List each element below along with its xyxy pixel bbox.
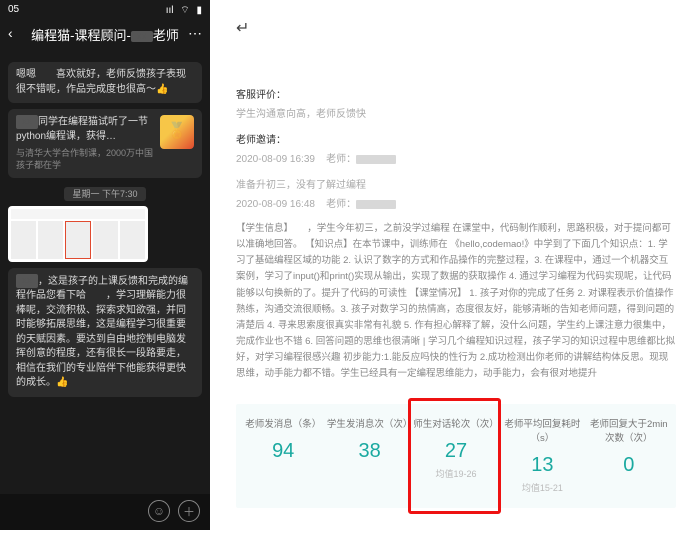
invite-label: 老师邀请： [236, 135, 286, 146]
stat-sub: 均值19-26 [413, 467, 499, 480]
battery-icon: ▮ [196, 5, 202, 16]
status-time: 05 [8, 4, 19, 17]
wechat-chat-screenshot: 05 ııl ⌔ ▮ ‹ 编程猫-课程顾问-xx老师 ⋯ 嗯嗯 喜欢就好，老师反… [0, 0, 210, 530]
teacher-label: 老师： [326, 154, 356, 165]
stat-value: 94 [240, 440, 326, 463]
note-time: 2020-08-09 16:48 [236, 199, 315, 210]
teacher-label: 老师： [326, 199, 356, 210]
stat-head: 师生对话轮次（次） [413, 416, 499, 430]
chat-bubble[interactable]: 嗯嗯 喜欢就好，老师反馈孩子表现很不错呢，作品完成度也很高～👍 [8, 62, 202, 103]
chat-input-bar: ☺ ＋ [0, 494, 210, 530]
stat-cell: 老师发消息（条） 94 [240, 416, 326, 494]
timestamp-text: 星期一 下午7:30 [64, 187, 145, 201]
medal-icon: 🏅 [160, 115, 194, 149]
return-icon: ↵ [236, 18, 676, 38]
bubble-text: ，这是孩子的上课反馈和完成的编程作品您看下哈 ，学习理解能力很棒呢，交流积极、探… [16, 276, 188, 389]
redacted-name: xx [16, 115, 38, 129]
redacted-name [356, 155, 396, 164]
stat-head: 老师发消息（条） [240, 416, 326, 430]
stat-value: 0 [586, 454, 672, 477]
review-text: 学生沟通意向高，老师反馈快 [236, 107, 676, 123]
smile-icon: ☺ [153, 504, 165, 518]
chat-header: ‹ 编程猫-课程顾问-xx老师 ⋯ [0, 19, 210, 52]
stat-head: 老师平均回复耗时（s） [499, 416, 585, 444]
stat-head: 学生发消息次（次） [326, 416, 412, 430]
stats-table: 老师发消息（条） 94 学生发消息次（次） 38 师生对话轮次（次） 27 均值… [236, 404, 676, 508]
stat-value: 27 [413, 440, 499, 463]
teacher-invite-section: 老师邀请： 2020-08-09 16:39 老师： [236, 133, 676, 168]
stat-value: 38 [326, 440, 412, 463]
card-subtitle: 与清华大学合作制课，2000万中国孩子都在学 [16, 147, 154, 172]
phone-status-bar: 05 ııl ⌔ ▮ [0, 0, 210, 19]
more-icon[interactable]: ⋯ [188, 25, 202, 42]
emoji-button[interactable]: ☺ [148, 500, 170, 522]
plus-icon: ＋ [183, 503, 195, 520]
review-label: 客服评价： [236, 90, 286, 101]
wifi-icon: ⌔ [180, 5, 189, 16]
stat-sub: 均值15-21 [499, 481, 585, 494]
stat-value: 13 [499, 454, 585, 477]
status-icons: ııl ⌔ ▮ [162, 4, 202, 17]
redacted-name: xx [16, 274, 38, 289]
stat-cell: 老师回复大于2min次数（次） 0 [586, 416, 672, 494]
chat-bubble[interactable]: xx，这是孩子的上课反馈和完成的编程作品您看下哈 ，学习理解能力很棒呢，交流积极… [8, 268, 202, 397]
feedback-paragraph: 【学生信息】 ，学生今年初三，之前没学过编程 在课堂中，代码制作顺利，思路积极，… [236, 221, 676, 382]
shared-link-card[interactable]: xx同学在编程猫试听了一节 python编程课，获得… 与清华大学合作制课，20… [8, 109, 202, 178]
stat-head: 老师回复大于2min次数（次） [586, 416, 672, 444]
note-line-1: 准备升初三，没有了解过编程 [236, 178, 676, 194]
message-list: 嗯嗯 喜欢就好，老师反馈孩子表现很不错呢，作品完成度也很高～👍 xx同学在编程猫… [0, 52, 210, 494]
customer-review-section: 客服评价： 学生沟通意向高，老师反馈快 [236, 88, 676, 123]
image-message[interactable] [8, 206, 148, 262]
chat-title-suffix: 老师 [153, 28, 179, 43]
invite-time: 2020-08-09 16:39 [236, 154, 315, 165]
stat-cell: 学生发消息次（次） 38 [326, 416, 412, 494]
teacher-report-panel: ↵ 客服评价： 学生沟通意向高，老师反馈快 老师邀请： 2020-08-09 1… [210, 0, 696, 539]
bubble-text: 嗯嗯 喜欢就好，老师反馈孩子表现很不错呢，作品完成度也很高～👍 [16, 69, 186, 95]
back-icon[interactable]: ‹ [8, 25, 13, 41]
signal-icon: ııl [166, 5, 174, 16]
redacted-name: xx [131, 31, 153, 42]
stat-cell: 师生对话轮次（次） 27 均值19-26 [413, 416, 499, 494]
stat-cell: 老师平均回复耗时（s） 13 均值15-21 [499, 416, 585, 494]
redacted-name [356, 200, 396, 209]
timestamp-divider: 星期一 下午7:30 [6, 186, 204, 200]
student-notes-section: 准备升初三，没有了解过编程 2020-08-09 16:48 老师： 【学生信息… [236, 178, 676, 382]
plus-button[interactable]: ＋ [178, 500, 200, 522]
chat-title-prefix: 编程猫-课程顾问- [31, 28, 131, 43]
